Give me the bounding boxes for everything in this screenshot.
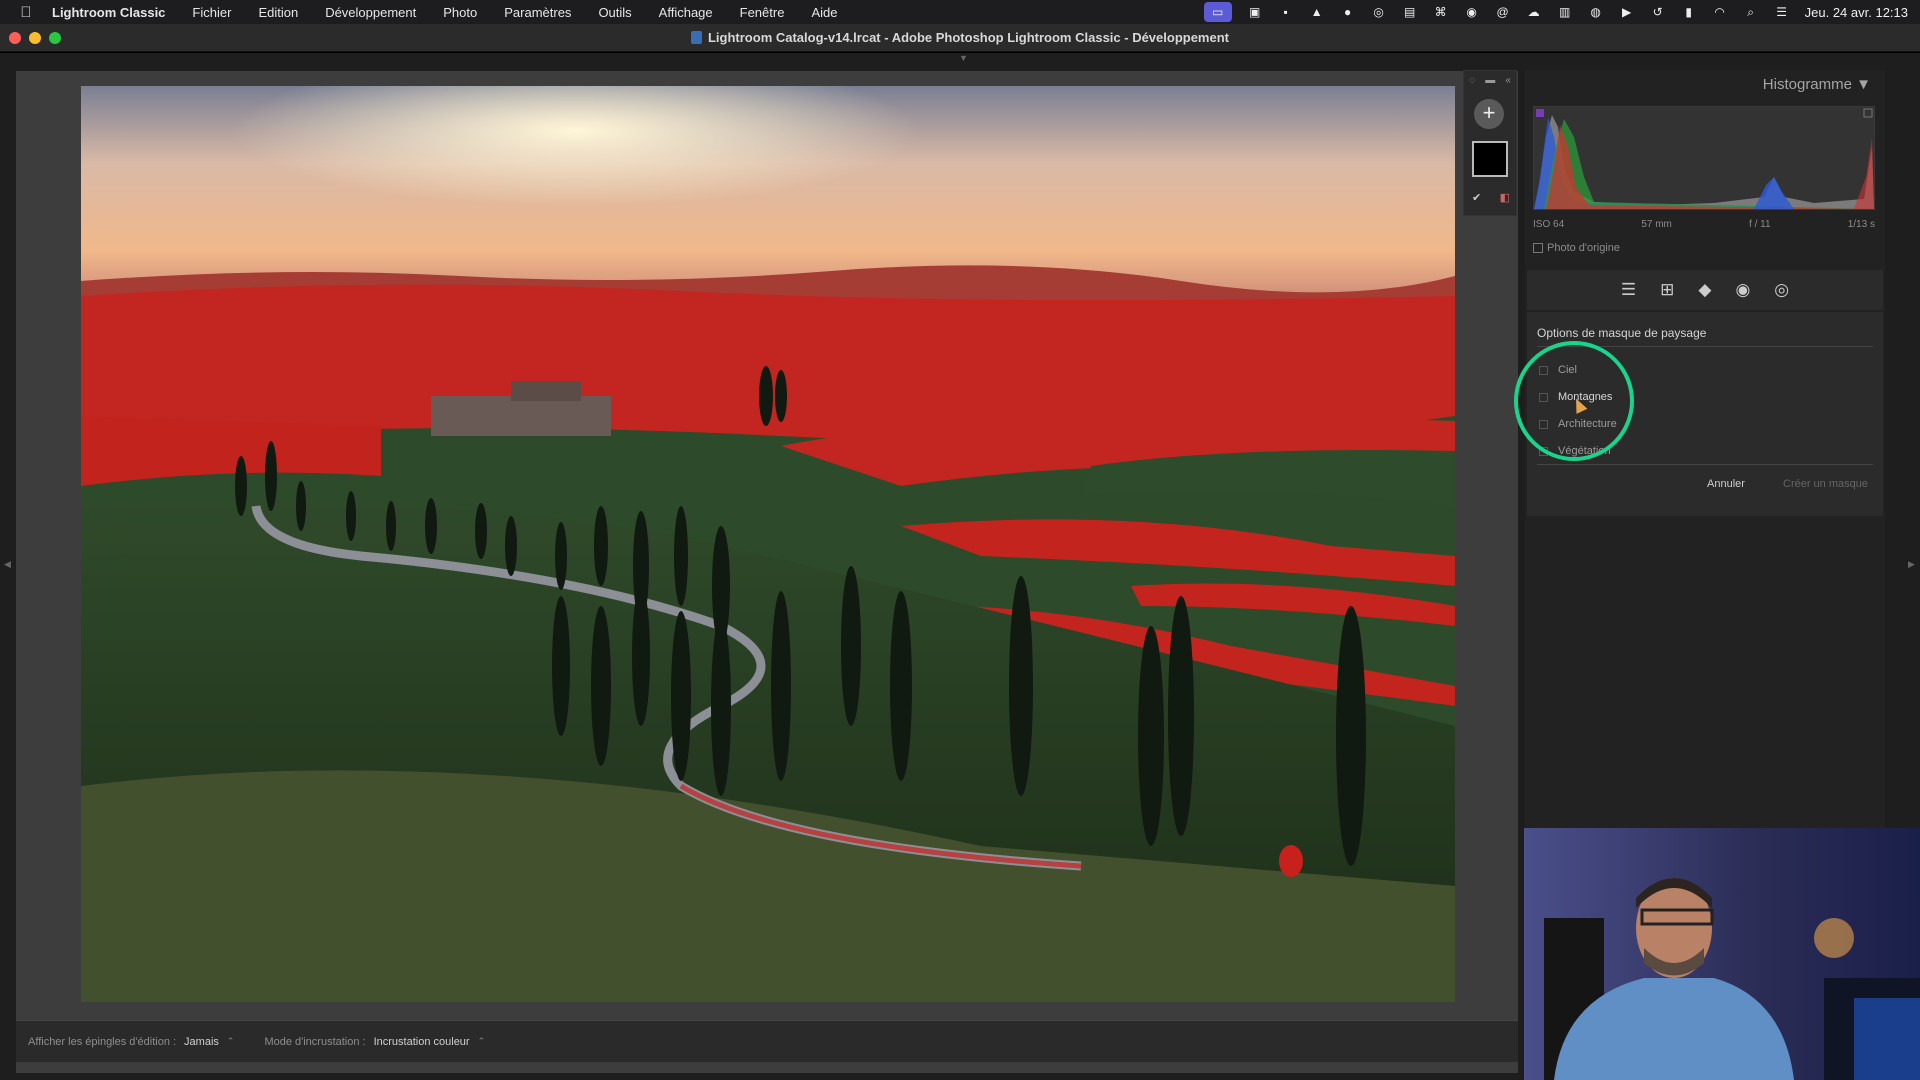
original-photo-toggle[interactable]: Photo d'origine: [1533, 242, 1620, 254]
clipboard-icon[interactable]: ▤: [1402, 5, 1418, 19]
menu-bar:  Lightroom Classic Fichier Edition Déve…: [0, 0, 1920, 24]
menu-fichier[interactable]: Fichier: [192, 5, 231, 20]
overlay-mode-label: Mode d'incrustation :: [264, 1035, 366, 1048]
overlay-toggle-icon[interactable]: ◧: [1500, 191, 1510, 204]
original-photo-label: Photo d'origine: [1547, 242, 1621, 254]
eraser-icon[interactable]: ◆: [1698, 280, 1711, 300]
screen-share-icon[interactable]: ▭: [1203, 2, 1232, 22]
landscape-photo: [81, 86, 1455, 1002]
menu-outils[interactable]: Outils: [598, 5, 631, 20]
bottom-toolbar: Afficher les épingles d'édition : Jamais…: [16, 1020, 1518, 1062]
masks-panel-header: ◌ ▬ «: [1464, 75, 1516, 86]
left-panel-toggle-icon[interactable]: ◀: [4, 559, 11, 570]
presenter-video: [1524, 828, 1920, 1080]
sync-icon[interactable]: ◎: [1371, 5, 1387, 19]
mask-icon[interactable]: ◎: [1774, 280, 1789, 300]
menu-affichage[interactable]: Affichage: [659, 5, 713, 20]
histogram-header[interactable]: Histogramme ▼: [1763, 76, 1871, 93]
iso-value: ISO 64: [1533, 219, 1565, 230]
cloud-check-icon[interactable]: ☁: [1526, 5, 1542, 19]
clock[interactable]: Jeu. 24 avr. 12:13: [1805, 5, 1908, 20]
control-center-icon[interactable]: ☰: [1774, 5, 1790, 19]
mask-thumbnail[interactable]: [1472, 141, 1508, 177]
traffic-lights: [9, 32, 61, 44]
close-window-icon[interactable]: [9, 32, 21, 44]
battery-icon[interactable]: ▮: [1681, 5, 1697, 19]
red-eye-icon[interactable]: ◉: [1735, 280, 1750, 300]
command-icon[interactable]: ⌘: [1433, 5, 1449, 19]
status-area: ▭ ▣ ▪ ▲ ● ◎ ▤ ⌘ ◉ @ ☁ ▥ ◍ ▶ ↺ ▮ ◠ ⌕ ☰ Je…: [1203, 0, 1908, 24]
create-mask-button[interactable]: Créer un masque: [1783, 478, 1868, 490]
plus-icon[interactable]: +: [1474, 99, 1504, 129]
chevron-updown-icon[interactable]: ⌃: [227, 1036, 235, 1047]
right-panel-toggle-icon[interactable]: ▶: [1908, 559, 1915, 570]
wifi-icon[interactable]: ◠: [1712, 5, 1728, 19]
edit-pins-label: Afficher les épingles d'édition :: [28, 1035, 177, 1048]
menu-parametres[interactable]: Paramètres: [504, 5, 571, 20]
menu-developpement[interactable]: Développement: [325, 5, 416, 20]
collapse-icon[interactable]: ▬: [1485, 75, 1495, 86]
divider: [1537, 464, 1873, 465]
eye-icon[interactable]: ◌: [1469, 75, 1475, 86]
menu-app-name[interactable]: Lightroom Classic: [52, 5, 165, 20]
crop-icon[interactable]: ⊞: [1660, 280, 1674, 300]
user-circle-icon[interactable]: ◍: [1588, 5, 1604, 19]
top-panel-toggle-icon[interactable]: ▼: [959, 53, 968, 63]
time-machine-icon[interactable]: ↺: [1650, 5, 1666, 19]
photo-preview[interactable]: [81, 86, 1455, 1002]
search-icon[interactable]: ⌕: [1743, 5, 1759, 19]
menu-aide[interactable]: Aide: [811, 5, 837, 20]
premiere-icon[interactable]: ▪: [1278, 5, 1294, 19]
histogram-graph: [1534, 108, 1874, 209]
menu-photo[interactable]: Photo: [443, 5, 477, 20]
book-icon[interactable]: ▥: [1557, 5, 1573, 19]
cursor-app-icon[interactable]: ●: [1340, 5, 1356, 19]
double-chevron-icon[interactable]: «: [1505, 75, 1511, 86]
masks-panel: ◌ ▬ « + ✔ ◧: [1463, 70, 1517, 216]
apple-icon[interactable]: : [0, 4, 52, 21]
camera-icon[interactable]: ▣: [1247, 5, 1263, 19]
overlay-mode-select[interactable]: Incrustation couleur: [374, 1036, 470, 1048]
original-photo-checkbox[interactable]: [1533, 243, 1543, 253]
histogram-title: Histogramme: [1762, 76, 1852, 93]
chevron-updown-icon[interactable]: ⌃: [478, 1036, 486, 1047]
sliders-icon[interactable]: ☰: [1621, 280, 1636, 300]
creative-cloud-icon[interactable]: ◉: [1464, 5, 1480, 19]
edit-pins-select[interactable]: Jamais: [184, 1036, 219, 1048]
at-icon[interactable]: @: [1495, 5, 1511, 19]
mask-options-row: ✔ ◧: [1472, 191, 1510, 204]
menu-edition[interactable]: Edition: [258, 5, 298, 20]
document-icon: [690, 31, 702, 44]
menu-fenetre[interactable]: Fenêtre: [740, 5, 785, 20]
window-title-bar: Lightroom Catalog-v14.lrcat - Adobe Phot…: [0, 24, 1920, 52]
histogram[interactable]: [1533, 106, 1875, 210]
shutter-speed: 1/13 s: [1847, 219, 1875, 230]
exif-info: ISO 64 57 mm f / 11 1/13 s: [1533, 219, 1875, 230]
focal-length: 57 mm: [1641, 219, 1672, 230]
play-icon[interactable]: ▶: [1619, 5, 1635, 19]
zoom-window-icon[interactable]: [49, 32, 61, 44]
webcam-overlay: [1524, 828, 1920, 1080]
mask-options-title: Options de masque de paysage: [1537, 326, 1707, 340]
develop-tool-strip: ☰ ⊞ ◆ ◉ ◎: [1527, 270, 1883, 310]
aperture: f / 11: [1749, 219, 1771, 230]
minimize-window-icon[interactable]: [29, 32, 41, 44]
checkmark-icon[interactable]: ✔: [1472, 191, 1481, 204]
vlc-icon[interactable]: ▲: [1309, 5, 1325, 19]
cancel-button[interactable]: Annuler: [1707, 478, 1745, 490]
window-title: Lightroom Catalog-v14.lrcat - Adobe Phot…: [707, 30, 1229, 45]
